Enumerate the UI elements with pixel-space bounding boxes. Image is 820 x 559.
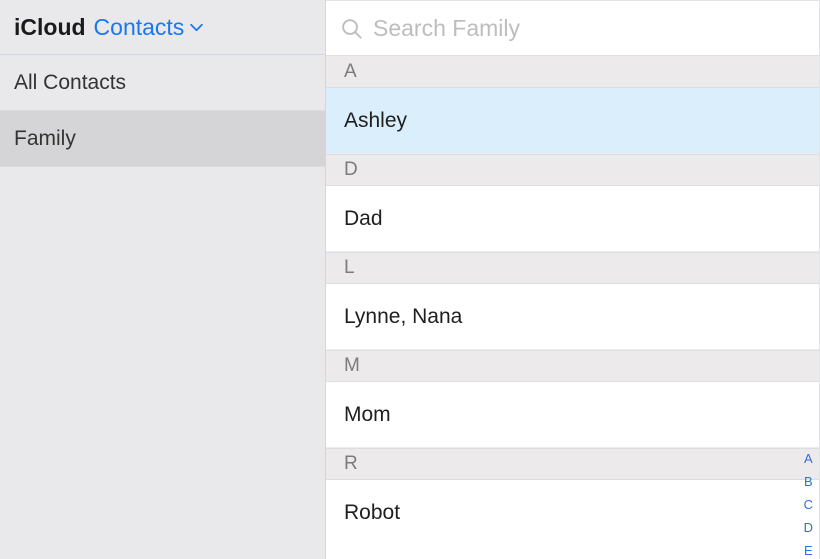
group-item-label: All Contacts [14, 71, 126, 95]
contact-name: Lynne, Nana [344, 305, 462, 329]
section-header-letter: A [344, 61, 357, 83]
alpha-index-item[interactable]: B [804, 475, 813, 488]
contact-list: A Ashley D Dad L Lynne, Nana M Mom R Robot [326, 56, 819, 559]
contacts-dropdown[interactable]: Contacts [94, 14, 204, 41]
section-header-letter: R [344, 453, 358, 475]
chevron-down-icon [190, 23, 203, 32]
alpha-index: ABCDE [804, 452, 813, 559]
search-icon [340, 17, 363, 40]
contact-name: Robot [344, 501, 400, 525]
section-header: M [326, 350, 819, 382]
section-header: A [326, 56, 819, 88]
sidebar: iCloud Contacts All Contacts Family [0, 0, 326, 559]
group-item-family[interactable]: Family [0, 111, 325, 167]
contacts-dropdown-label: Contacts [94, 14, 185, 41]
section-header-letter: M [344, 355, 360, 377]
contact-row[interactable]: Lynne, Nana [326, 284, 819, 350]
contact-name: Dad [344, 207, 383, 231]
sidebar-header: iCloud Contacts [0, 0, 325, 55]
group-list: All Contacts Family [0, 55, 325, 167]
contact-row[interactable]: Mom [326, 382, 819, 448]
alpha-index-item[interactable]: E [804, 544, 813, 557]
contact-row[interactable]: Robot [326, 480, 819, 546]
section-header: L [326, 252, 819, 284]
group-item-all-contacts[interactable]: All Contacts [0, 55, 325, 111]
alpha-index-item[interactable]: A [804, 452, 813, 465]
search-input[interactable] [373, 15, 805, 42]
group-item-label: Family [14, 127, 76, 151]
section-header-letter: L [344, 257, 355, 279]
alpha-index-item[interactable]: D [804, 521, 813, 534]
alpha-index-item[interactable]: C [804, 498, 813, 511]
contact-name: Ashley [344, 109, 407, 133]
contact-row[interactable]: Ashley [326, 88, 819, 154]
section-header: R [326, 448, 819, 480]
contact-name: Mom [344, 403, 391, 427]
app-title: iCloud [14, 14, 86, 41]
main-panel: AAshleyDDadLLynne, NanaMMomRRobot ABCDE [326, 0, 820, 559]
search-bar [326, 1, 819, 56]
section-header: D [326, 154, 819, 186]
contact-row[interactable]: Dad [326, 186, 819, 252]
section-header-letter: D [344, 159, 358, 181]
